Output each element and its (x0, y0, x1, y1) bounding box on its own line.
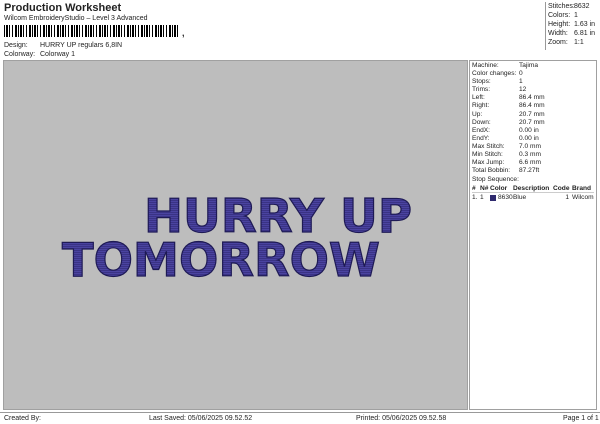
summary-row: Colors: 1 (548, 11, 598, 20)
summary-row: Stitches: 8632 (548, 2, 598, 11)
summary-value: 1:1 (574, 39, 584, 46)
footer: Created By: Last Saved: 05/06/2025 09.52… (0, 412, 600, 424)
info-value: 6.6 mm (519, 159, 541, 167)
colorway-label: Colorway: (4, 51, 36, 58)
info-row: Trims: 12 (472, 86, 594, 94)
summary-value: 1 (574, 12, 578, 19)
summary-key: Colors: (548, 12, 571, 19)
info-key: Stops: (472, 78, 491, 86)
info-value: 7.0 mm (519, 142, 541, 150)
info-value: 87.27ft (519, 167, 540, 175)
info-value: 12 (519, 86, 527, 94)
printed-date: Printed: 05/06/2025 09.52.58 (356, 415, 447, 422)
info-key: EndY: (472, 134, 490, 142)
info-key: Trims: (472, 86, 491, 94)
info-row: Down: 20.7 mm (472, 119, 594, 127)
info-value: 86.4 mm (519, 102, 545, 110)
info-row: EndY: 0.00 in (472, 135, 594, 143)
row-code: 1 (565, 194, 569, 202)
design-preview: HURRY UP TOMORROW (3, 60, 468, 410)
stop-sequence-label: Stop Sequence: (472, 176, 519, 184)
design-value: HURRY UP regulars 6,8IN (40, 42, 123, 49)
barcode (4, 25, 180, 37)
row-color-code: 8630 (498, 194, 513, 202)
info-key: Max Jump: (472, 159, 505, 167)
info-value: 20.7 mm (519, 118, 545, 126)
summary-row: Height: 1.63 in (548, 20, 598, 29)
summary-value: 6.81 in (574, 30, 596, 37)
machine-info-panel: Machine: Tajima Color changes: 0 Stops: 1 T… (469, 60, 597, 410)
info-key: Up: (472, 110, 483, 118)
embroidery-preview-svg: HURRY UP TOMORROW (61, 188, 412, 287)
created-by: Created By: (4, 415, 41, 422)
info-key: Left: (472, 94, 485, 102)
summary-row: Zoom: 1:1 (548, 38, 598, 47)
col-color: Color (490, 185, 508, 193)
info-value: 1 (519, 78, 523, 86)
col-code: Code (553, 185, 570, 193)
info-key: Min Stitch: (472, 151, 503, 159)
info-row: Color changes: 0 (472, 70, 594, 78)
info-key: Machine: (472, 62, 499, 69)
stop-sequence-header: # N# Color Description Code Brand (472, 184, 594, 194)
info-key: Total Bobbin: (472, 167, 511, 175)
summary-panel: Stitches: 8632 Colors: 1 Height: 1.63 in Wi… (545, 2, 598, 50)
software-name: Wilcom EmbroideryStudio – Level 3 Advanc… (4, 15, 148, 22)
info-key: Down: (472, 118, 491, 126)
row-brand: Wilcom (572, 194, 594, 202)
info-value: 0.00 in (519, 126, 539, 134)
info-row: Left: 86.4 mm (472, 94, 594, 102)
info-key: Max Stitch: (472, 142, 505, 150)
summary-key: Zoom: (548, 39, 568, 46)
design-row: Design: HURRY UP regulars 6,8IN (4, 42, 122, 49)
summary-row: Width: 6.81 in (548, 29, 598, 38)
info-row: Min Stitch: 0.3 mm (472, 151, 594, 159)
row-n: 1 (480, 194, 484, 202)
summary-value: 8632 (574, 3, 590, 10)
stop-sequence-row: 1. 1 8630 Blue 1 Wilcom (472, 193, 594, 202)
summary-value: 1.63 in (574, 21, 596, 28)
info-value: 0.00 in (519, 134, 539, 142)
summary-key: Stitches: (548, 3, 575, 10)
page-number: Page 1 of 1 (563, 415, 599, 422)
info-row: Max Stitch: 7.0 mm (472, 143, 594, 151)
stop-sequence-label-row: Stop Sequence: (472, 176, 594, 184)
info-value: 0 (519, 70, 523, 78)
col-description: Description (513, 185, 550, 193)
preview-line-2: TOMORROW (62, 233, 380, 287)
info-row: Up: 20.7 mm (472, 111, 594, 119)
info-value: 0.3 mm (519, 151, 541, 159)
thread-swatch (490, 194, 496, 201)
summary-key: Height: (548, 21, 571, 28)
info-row: Max Jump: 6.6 mm (472, 159, 594, 167)
info-value: 20.7 mm (519, 110, 545, 118)
summary-key: Width: (548, 30, 568, 37)
info-row: Machine: Tajima (472, 62, 594, 70)
row-description: Blue (513, 194, 527, 202)
col-num: # (472, 185, 476, 193)
barcode-suffix: , (182, 28, 185, 38)
col-n: N# (480, 185, 489, 193)
info-row: Right: 86.4 mm (472, 102, 594, 110)
row-color: 8630 (490, 193, 513, 202)
info-row: EndX: 0.00 in (472, 127, 594, 135)
info-value: 86.4 mm (519, 94, 545, 102)
colorway-value: Colorway 1 (40, 51, 76, 58)
row-num: 1. (472, 194, 478, 202)
col-brand: Brand (572, 185, 592, 193)
page-title: Production Worksheet (4, 2, 122, 14)
info-key: Color changes: (472, 70, 517, 78)
info-row: Stops: 1 (472, 78, 594, 86)
info-row: Total Bobbin: 87.27ft (472, 167, 594, 175)
design-label: Design: (4, 42, 28, 49)
info-key: EndX: (472, 126, 490, 134)
info-value: Tajima (519, 62, 539, 69)
colorway-row: Colorway: Colorway 1 (4, 51, 75, 58)
info-key: Right: (472, 102, 490, 110)
last-saved: Last Saved: 05/06/2025 09.52.52 (149, 415, 253, 422)
